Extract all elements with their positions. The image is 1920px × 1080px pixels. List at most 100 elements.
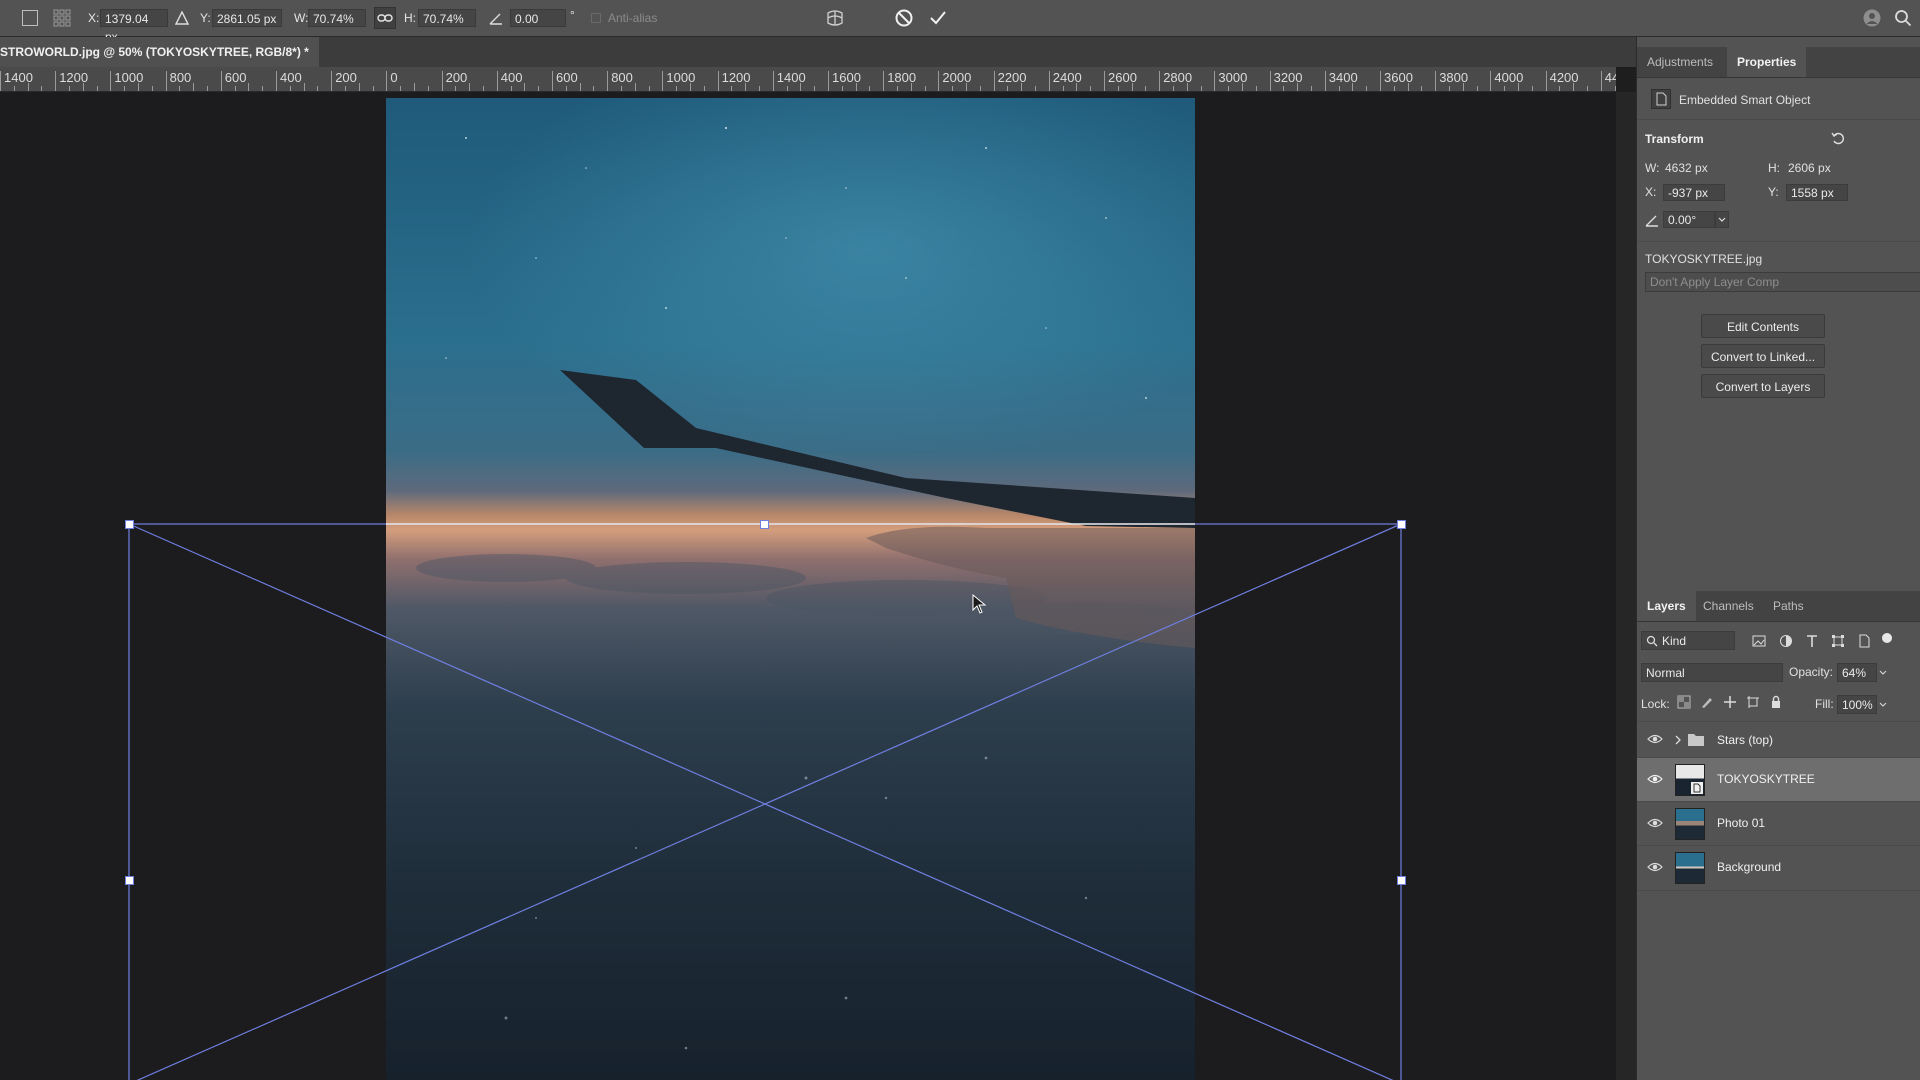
layer-row-photo-01[interactable]: Photo 01 xyxy=(1637,801,1920,846)
lock-artboard-icon[interactable] xyxy=(1746,695,1760,709)
tab-channels[interactable]: Channels xyxy=(1693,591,1764,621)
blend-mode-select[interactable]: Normal xyxy=(1641,663,1783,682)
ruler-label: 200 xyxy=(445,70,468,85)
ruler-tick xyxy=(331,71,333,91)
transform-handle-top-left[interactable] xyxy=(125,520,134,529)
fill-field[interactable]: 100% xyxy=(1837,695,1877,714)
layer-name[interactable]: Stars (top) xyxy=(1717,733,1773,747)
reset-transform-icon[interactable] xyxy=(1830,130,1846,146)
ruler-minor-tick xyxy=(524,83,526,91)
y-field[interactable]: 1558 px xyxy=(1786,184,1848,201)
canvas-area[interactable] xyxy=(0,92,1616,1080)
divider xyxy=(1637,119,1920,120)
visibility-eye-icon[interactable] xyxy=(1647,861,1663,876)
convert-to-linked-button[interactable]: Convert to Linked... xyxy=(1701,344,1825,368)
ruler-minor-tick xyxy=(648,86,650,91)
tab-properties[interactable]: Properties xyxy=(1727,47,1807,77)
y-field[interactable]: 2861.05 px xyxy=(212,9,282,27)
tab-layers[interactable]: Layers xyxy=(1637,591,1696,621)
x-label: X: xyxy=(88,11,100,25)
ruler-label: 400 xyxy=(500,70,523,85)
visibility-eye-icon[interactable] xyxy=(1647,773,1663,788)
filter-adjustment-icon[interactable] xyxy=(1779,634,1793,648)
ruler-minor-tick xyxy=(207,86,208,91)
filter-toggle-icon[interactable] xyxy=(1882,633,1892,643)
visibility-eye-icon[interactable] xyxy=(1647,733,1663,748)
visibility-eye-icon[interactable] xyxy=(1647,817,1663,832)
ruler-minor-tick xyxy=(469,83,471,91)
opacity-field[interactable]: 64% xyxy=(1837,663,1877,682)
ruler-label: 3200 xyxy=(1273,70,1303,85)
lock-paint-icon[interactable] xyxy=(1700,695,1714,709)
layer-name[interactable]: TOKYOSKYTREE xyxy=(1717,772,1815,786)
ruler-tick xyxy=(938,71,940,91)
anti-alias-checkbox[interactable] xyxy=(591,13,601,23)
ruler-tick xyxy=(110,71,112,91)
w-label: W: xyxy=(294,11,309,25)
tab-paths[interactable]: Paths xyxy=(1763,591,1814,621)
transform-handle-top-right[interactable] xyxy=(1397,520,1406,529)
warp-icon[interactable] xyxy=(824,7,846,29)
h-value[interactable]: 2606 px xyxy=(1788,161,1831,175)
ruler-label: 1400 xyxy=(776,70,806,85)
layer-row-stars-top[interactable]: Stars (top) xyxy=(1637,721,1920,758)
filter-type-icon[interactable] xyxy=(1805,634,1819,648)
w-label: W: xyxy=(1645,161,1660,175)
layer-name[interactable]: Photo 01 xyxy=(1717,816,1765,830)
ruler-tick xyxy=(1490,71,1492,91)
opacity-chevron-icon[interactable] xyxy=(1877,663,1889,682)
cursor-arrow-icon xyxy=(972,594,987,614)
checkbox-icon[interactable] xyxy=(22,10,38,26)
layer-row-background[interactable]: Background xyxy=(1637,845,1920,891)
transform-handle-middle-right[interactable] xyxy=(1397,876,1406,885)
transform-reference-icon[interactable] xyxy=(52,8,72,28)
ruler-label: 3000 xyxy=(1218,70,1248,85)
ruler-tick xyxy=(993,71,995,91)
delta-icon[interactable] xyxy=(174,10,190,26)
link-icon[interactable] xyxy=(374,7,396,29)
layer-comp-select[interactable]: Don't Apply Layer Comp xyxy=(1645,272,1920,292)
ruler-label: 2400 xyxy=(1052,70,1082,85)
object-type-label: Embedded Smart Object xyxy=(1679,93,1811,107)
user-icon[interactable] xyxy=(1862,8,1882,28)
transform-handle-top-center[interactable] xyxy=(760,520,769,529)
ruler-minor-tick xyxy=(193,83,195,91)
transform-handle-middle-left[interactable] xyxy=(125,876,134,885)
angle-field[interactable]: 0.00° xyxy=(1663,211,1715,228)
x-field[interactable]: -937 px xyxy=(1663,184,1725,201)
x-field[interactable]: 1379.04 px xyxy=(100,9,168,44)
ruler-minor-tick xyxy=(1255,86,1257,91)
edit-contents-button[interactable]: Edit Contents xyxy=(1701,314,1825,338)
lock-all-icon[interactable] xyxy=(1769,695,1783,709)
cancel-icon[interactable] xyxy=(893,7,915,29)
angle-dropdown-chevron-icon[interactable] xyxy=(1715,211,1729,228)
w-field[interactable]: 70.74% xyxy=(308,9,366,27)
options-bar: X: 1379.04 px Y: 2861.05 px W: 70.74% H:… xyxy=(0,0,1920,44)
ruler-minor-tick xyxy=(1145,86,1147,91)
filter-shape-icon[interactable] xyxy=(1831,634,1845,648)
layer-row-tokyoskytree[interactable]: TOKYOSKYTREE xyxy=(1637,757,1920,802)
ruler-tick xyxy=(0,71,1,91)
search-icon[interactable] xyxy=(1893,8,1913,28)
anti-alias-label: Anti-alias xyxy=(608,11,658,25)
ruler-tick xyxy=(552,71,553,91)
w-value[interactable]: 4632 px xyxy=(1665,161,1708,175)
ruler-tick xyxy=(276,71,277,91)
h-field[interactable]: 70.74% xyxy=(418,9,476,27)
ruler-label: 1200 xyxy=(59,70,89,85)
angle-field[interactable]: 0.00 xyxy=(510,9,566,27)
ruler-minor-tick xyxy=(621,86,622,91)
tab-adjustments[interactable]: Adjustments xyxy=(1637,47,1723,77)
document-tab[interactable]: STROWORLD.jpg @ 50% (TOKYOSKYTREE, RGB/8… xyxy=(0,37,319,67)
filter-smart-object-icon[interactable] xyxy=(1857,634,1871,648)
lock-move-icon[interactable] xyxy=(1723,695,1737,709)
horizontal-ruler[interactable]: 1400 1200 1000 800 600 400 200 0 200 400 600 800 100… xyxy=(0,67,1616,92)
filter-pixel-icon[interactable] xyxy=(1752,634,1766,648)
chevron-right-icon[interactable] xyxy=(1673,733,1683,747)
convert-to-layers-button[interactable]: Convert to Layers xyxy=(1701,374,1825,398)
layer-name[interactable]: Background xyxy=(1717,860,1781,874)
lock-transparent-icon[interactable] xyxy=(1677,695,1691,709)
commit-check-icon[interactable] xyxy=(927,7,949,29)
vertical-scrollbar[interactable] xyxy=(1616,92,1636,1080)
fill-chevron-icon[interactable] xyxy=(1877,695,1889,714)
